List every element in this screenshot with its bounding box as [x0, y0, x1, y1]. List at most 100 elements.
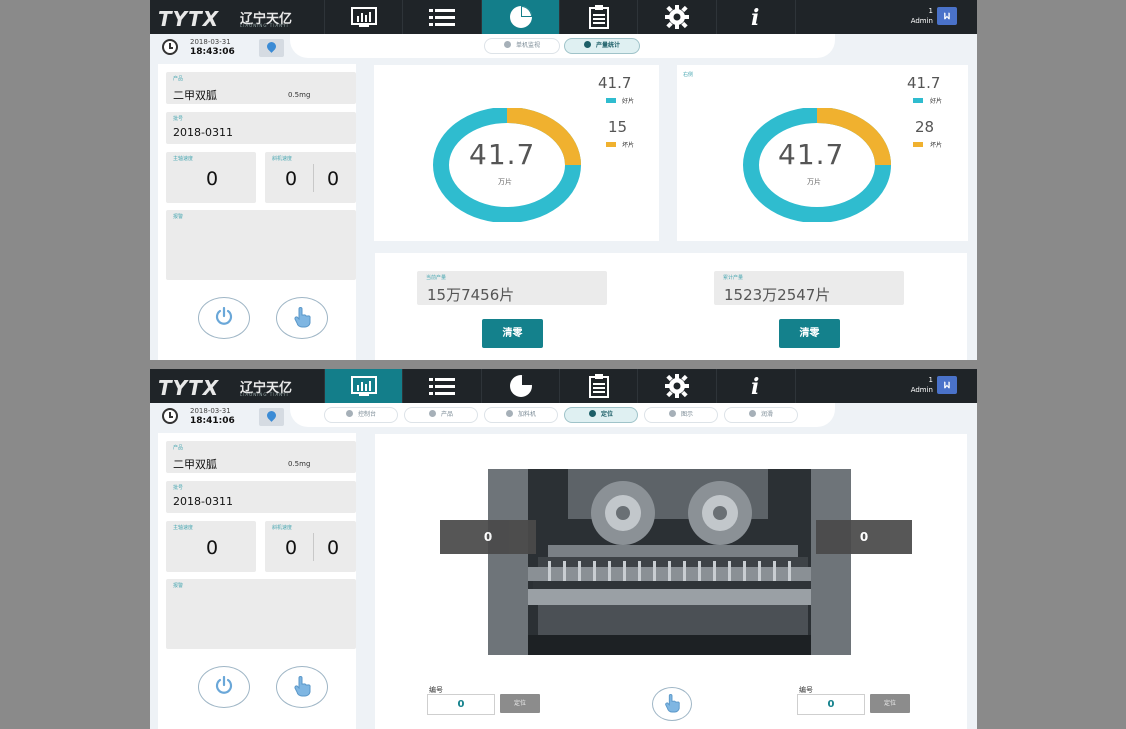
manual-touch-button[interactable] [276, 297, 328, 339]
nav-tab-menu[interactable] [402, 369, 481, 403]
subtab-label: 产品 [440, 411, 453, 418]
nav-tab-settings[interactable] [637, 0, 716, 34]
right-output-card: 右侧 41.7 万片 41.7 好片 28 坏片 [677, 65, 968, 241]
date-row: 2018-03-31 18:43:06 单机监视 产量统计 [150, 34, 977, 62]
clipboard-icon [589, 374, 609, 398]
subtab-output-stats[interactable]: 产量统计 [564, 38, 640, 54]
product-label: 产品 [173, 445, 184, 451]
right-good-value: 41.7 [907, 74, 941, 92]
positioning-screen: TYTX 辽宁天亿 LIAONING TIANYI i 1 Admin ᥕ 20… [150, 369, 977, 729]
product-label: 产品 [173, 76, 184, 82]
divider [313, 164, 314, 192]
left-bad-label: 坏片 [622, 142, 635, 149]
user-name: Admin [910, 386, 933, 394]
product-field: 产品 二甲双胍 0.5mg [166, 441, 356, 473]
nav-tab-records[interactable] [559, 0, 638, 34]
subtab-label: 单机监视 [515, 42, 540, 49]
machine-info-panel: 产品 二甲双胍 0.5mg 批号 2018-0311 主轴速度 0 斜机速度 0… [158, 433, 356, 729]
clock-icon [162, 39, 178, 55]
main-speed-box: 主轴速度 0 [166, 521, 256, 572]
manual-touch-button[interactable] [276, 666, 328, 708]
dots-icon [503, 41, 511, 48]
power-button[interactable] [198, 666, 250, 708]
user-area[interactable]: 1 Admin ᥕ [893, 375, 963, 397]
main-speed-value: 0 [206, 537, 219, 559]
top-nav-bar: TYTX 辽宁天亿 LIAONING TIANYI i 1 Admin ᥕ [150, 369, 977, 403]
left-locate-button[interactable]: 定位 [500, 694, 540, 713]
power-icon [215, 307, 233, 325]
nav-tab-records[interactable] [559, 369, 638, 403]
feeder-speed-label: 斜机速度 [272, 156, 293, 162]
clear-total-button[interactable]: 清零 [779, 319, 840, 348]
pie-chart-icon [583, 41, 591, 48]
subtab-label: 加料机 [517, 411, 536, 418]
main-speed-box: 主轴速度 0 [166, 152, 256, 203]
time-display: 18:43:06 [190, 47, 235, 57]
left-number-input[interactable]: 0 [427, 694, 495, 715]
hand-pointer-icon [665, 694, 680, 713]
date-display: 2018-03-31 [190, 38, 231, 46]
subtab-lubrication[interactable]: 润滑 [724, 407, 798, 423]
clear-current-button[interactable]: 清零 [482, 319, 543, 348]
top-nav-bar: TYTX 辽宁天亿 LIAONING TIANYI i 1 Admin ᥕ [150, 0, 977, 34]
left-good-value: 41.7 [598, 74, 632, 92]
nav-tab-monitor[interactable] [324, 0, 403, 34]
right-number-input[interactable]: 0 [797, 694, 865, 715]
total-output-label: 累计产量 [723, 275, 744, 281]
subtab-feeder[interactable]: 加料机 [484, 407, 558, 423]
info-icon: i [751, 375, 759, 397]
nav-tab-info[interactable]: i [716, 0, 796, 34]
current-output-box: 当前产量 15万7456片 [417, 271, 607, 305]
user-area[interactable]: 1 Admin ᥕ [893, 6, 963, 28]
nav-tab-menu[interactable] [402, 0, 481, 34]
right-side-label: 右侧 [683, 72, 694, 78]
feeder-speed-label: 斜机速度 [272, 525, 293, 531]
monitor-chart-icon [351, 7, 377, 27]
power-icon [215, 676, 233, 694]
brand-icon[interactable]: ᥕ [937, 7, 957, 25]
brand-icon[interactable]: ᥕ [937, 376, 957, 394]
jog-touch-button[interactable] [652, 687, 692, 721]
subtab-product[interactable]: 产品 [404, 407, 478, 423]
location-pin-button[interactable] [259, 39, 284, 57]
main-speed-label: 主轴速度 [173, 156, 194, 162]
product-value: 二甲双胍 [173, 458, 217, 471]
nav-tab-statistics[interactable] [481, 0, 560, 34]
good-legend-swatch [913, 98, 923, 103]
pie-chart-icon [510, 375, 532, 397]
nav-tab-info[interactable]: i [716, 369, 796, 403]
left-bad-value: 15 [608, 118, 628, 136]
subtab-single-monitor[interactable]: 单机监视 [484, 38, 560, 54]
nav-tab-monitor[interactable] [324, 369, 403, 403]
subtab-diagram[interactable]: 图示 [644, 407, 718, 423]
user-name: Admin [910, 17, 933, 25]
batch-value: 2018-0311 [173, 126, 233, 139]
info-icon: i [751, 6, 759, 28]
user-number: 1 [928, 376, 933, 384]
subtab-label: 产量统计 [595, 42, 620, 49]
house-icon [748, 410, 756, 417]
hand-pointer-icon [294, 307, 311, 328]
location-pin-button[interactable] [259, 408, 284, 426]
subtab-console[interactable]: 控制台 [324, 407, 398, 423]
clipboard-icon [589, 5, 609, 29]
left-total-value: 41.7 [469, 138, 536, 171]
left-output-card: 41.7 万片 41.7 好片 15 坏片 [374, 65, 659, 241]
user-number: 1 [928, 7, 933, 15]
logo-text-en: TYTX [158, 7, 220, 31]
nav-tab-statistics[interactable] [481, 369, 560, 403]
product-unit: 0.5mg [288, 460, 311, 468]
alarm-box: 报警 [166, 210, 356, 280]
brand-logo: TYTX 辽宁天亿 LIAONING TIANYI [154, 6, 294, 31]
nav-tab-settings[interactable] [637, 369, 716, 403]
gear-icon [665, 5, 689, 29]
alarm-label: 报警 [173, 214, 184, 220]
positioning-card: 0 0 编号 0 定位 编号 0 定位 [375, 434, 967, 729]
right-locate-button[interactable]: 定位 [870, 694, 910, 713]
brand-logo: TYTX 辽宁天亿 LIAONING TIANYI [154, 375, 294, 400]
subtab-positioning[interactable]: 定位 [564, 407, 638, 423]
subtab-label: 润滑 [760, 411, 773, 418]
subtab-label: 图示 [680, 411, 693, 418]
feeder-speed-value-b: 0 [327, 537, 340, 559]
power-button[interactable] [198, 297, 250, 339]
